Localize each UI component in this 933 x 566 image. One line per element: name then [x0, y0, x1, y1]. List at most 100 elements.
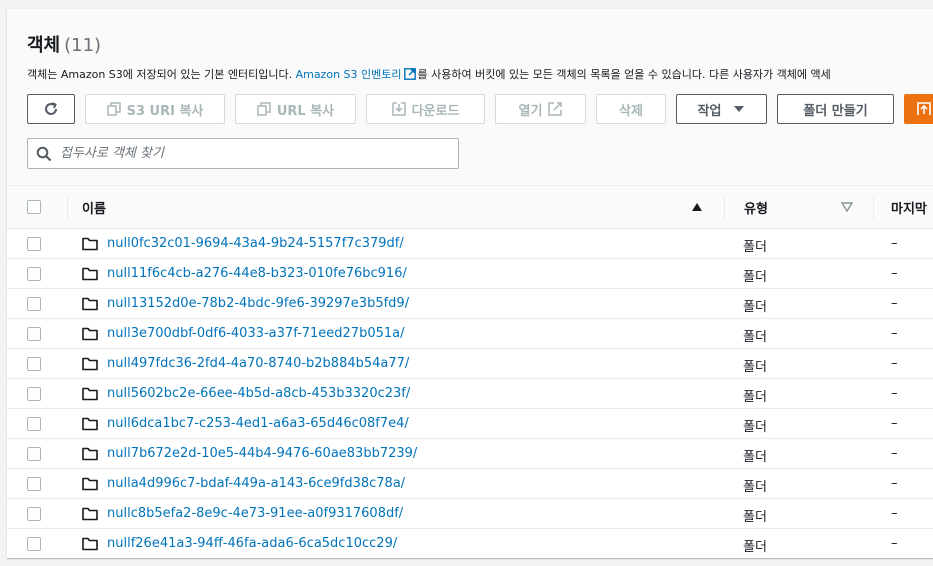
column-header-modified[interactable]: 마지막 [891, 186, 927, 228]
table-row: null5602bc2e-66ee-4b5d-a8cb-453b3320c23f… [7, 379, 933, 409]
copy-s3-uri-label: S3 URI 복사 [126, 103, 204, 119]
folder-icon [82, 477, 98, 491]
table-row: null3e700dbf-0df6-4033-a37f-71eed27b051a… [7, 319, 933, 349]
object-type: 폴더 [743, 420, 767, 435]
folder-icon [82, 417, 98, 431]
row-checkbox[interactable] [27, 417, 41, 431]
copy-icon [257, 102, 271, 116]
folder-icon [82, 537, 98, 551]
select-all-checkbox[interactable] [27, 200, 41, 214]
object-name-link[interactable]: nulla4d996c7-bdaf-449a-a143-6ce9fd38c78a… [107, 476, 405, 491]
row-checkbox[interactable] [27, 357, 41, 371]
object-last-modified: – [891, 386, 898, 401]
object-name-link[interactable]: nullc8b5efa2-8e9c-4e73-91ee-a0f9317608df… [107, 506, 403, 521]
row-checkbox[interactable] [27, 537, 41, 551]
column-header-name[interactable]: 이름 [82, 186, 106, 228]
object-type: 폴더 [743, 540, 767, 555]
select-all-cell [27, 186, 41, 228]
desc-suffix: 를 사용하여 버킷에 있는 모든 객체의 목록을 얻을 수 있습니다. 다른 사… [417, 68, 831, 81]
table-row: null11f6c4cb-a276-44e8-b323-010fe76bc916… [7, 259, 933, 289]
actions-label: 작업 [697, 103, 722, 119]
column-divider[interactable] [724, 196, 725, 220]
object-name-link[interactable]: null497fdc36-2fd4-4a70-8740-b2b884b54a77… [107, 356, 409, 371]
folder-icon [82, 507, 98, 521]
table-row: nullc8b5efa2-8e9c-4e73-91ee-a0f9317608df… [7, 499, 933, 529]
title-text: 객체 [27, 35, 61, 56]
objects-description: 객체는 Amazon S3에 저장되어 있는 기본 엔터티입니다. Amazon… [27, 66, 831, 82]
table-row: nulla4d996c7-bdaf-449a-a143-6ce9fd38c78a… [7, 469, 933, 499]
search-input[interactable] [60, 146, 440, 161]
objects-table-body: null0fc32c01-9694-43a4-9b24-5157f7c379df… [7, 229, 933, 558]
object-name-link[interactable]: null0fc32c01-9694-43a4-9b24-5157f7c379df… [107, 236, 404, 251]
folder-icon [82, 447, 98, 461]
table-row: nullf26e41a3-94ff-46fa-ada6-6ca5dc10cc29… [7, 529, 933, 558]
object-name-link[interactable]: nullf26e41a3-94ff-46fa-ada6-6ca5dc10cc29… [107, 536, 397, 551]
object-last-modified: – [891, 296, 898, 311]
object-last-modified: – [891, 536, 898, 551]
object-last-modified: – [891, 356, 898, 371]
object-count: (11) [64, 35, 102, 56]
object-name-link[interactable]: null7b672e2d-10e5-44b4-9476-60ae83bb7239… [107, 446, 417, 461]
row-checkbox[interactable] [27, 297, 41, 311]
objects-panel: 객체 (11) 객체는 Amazon S3에 저장되어 있는 기본 엔터티입니다.… [7, 8, 933, 558]
object-name-link[interactable]: null13152d0e-78b2-4bdc-9fe6-39297e3b5fd9… [107, 296, 409, 311]
copy-s3-uri-button[interactable]: S3 URI 복사 [85, 94, 225, 124]
object-type: 폴더 [743, 240, 767, 255]
object-name-link[interactable]: null6dca1bc7-c253-4ed1-a6a3-65d46c08f7e4… [107, 416, 409, 431]
column-divider[interactable] [67, 196, 68, 220]
object-name-link[interactable]: null5602bc2e-66ee-4b5d-a8cb-453b3320c23f… [107, 386, 410, 401]
folder-icon [82, 327, 98, 341]
search-icon [36, 146, 52, 161]
refresh-button[interactable] [27, 94, 75, 124]
row-checkbox[interactable] [27, 387, 41, 401]
open-button[interactable]: 열기 [495, 94, 586, 124]
table-row: null497fdc36-2fd4-4a70-8740-b2b884b54a77… [7, 349, 933, 379]
row-checkbox[interactable] [27, 327, 41, 341]
table-row: null6dca1bc7-c253-4ed1-a6a3-65d46c08f7e4… [7, 409, 933, 439]
refresh-icon [45, 102, 57, 115]
object-last-modified: – [891, 236, 898, 251]
column-header-type[interactable]: 유형 [744, 186, 768, 228]
row-checkbox[interactable] [27, 237, 41, 251]
row-checkbox[interactable] [27, 507, 41, 521]
sort-ascending-icon[interactable] [691, 186, 703, 228]
object-last-modified: – [891, 506, 898, 521]
caret-down-icon [734, 106, 745, 112]
external-link-icon[interactable] [403, 68, 416, 80]
object-type: 폴더 [743, 480, 767, 495]
object-type: 폴더 [743, 510, 767, 525]
sort-icon[interactable] [841, 186, 853, 228]
delete-button[interactable]: 삭제 [596, 94, 666, 124]
download-label: 다운로드 [411, 103, 460, 119]
prefix-search[interactable] [27, 138, 459, 169]
create-folder-button[interactable]: 폴더 만들기 [777, 94, 894, 124]
folder-icon [82, 357, 98, 371]
object-name-link[interactable]: null3e700dbf-0df6-4033-a37f-71eed27b051a… [107, 326, 405, 341]
download-button[interactable]: 다운로드 [366, 94, 485, 124]
row-checkbox[interactable] [27, 447, 41, 461]
folder-icon [82, 297, 98, 311]
row-checkbox[interactable] [27, 267, 41, 281]
copy-url-button[interactable]: URL 복사 [235, 94, 356, 124]
inventory-link[interactable]: Amazon S3 인벤토리 [296, 68, 402, 81]
actions-dropdown[interactable]: 작업 [676, 94, 767, 124]
object-type: 폴더 [743, 300, 767, 315]
object-type: 폴더 [743, 330, 767, 345]
folder-icon [82, 267, 98, 281]
copy-url-label: URL 복사 [276, 103, 335, 119]
folder-icon [82, 387, 98, 401]
table-row: null7b672e2d-10e5-44b4-9476-60ae83bb7239… [7, 439, 933, 469]
row-checkbox[interactable] [27, 477, 41, 491]
object-last-modified: – [891, 476, 898, 491]
table-row: null0fc32c01-9694-43a4-9b24-5157f7c379df… [7, 229, 933, 259]
object-last-modified: – [891, 266, 898, 281]
object-last-modified: – [891, 446, 898, 461]
column-divider[interactable] [873, 196, 874, 220]
folder-icon [82, 237, 98, 251]
desc-prefix: 객체는 Amazon S3에 저장되어 있는 기본 엔터티입니다. [27, 68, 296, 81]
object-type: 폴더 [743, 270, 767, 285]
object-name-link[interactable]: null11f6c4cb-a276-44e8-b323-010fe76bc916… [107, 266, 407, 281]
object-last-modified: – [891, 326, 898, 341]
upload-button[interactable] [904, 94, 933, 124]
page-title: 객체 (11) [27, 31, 101, 57]
